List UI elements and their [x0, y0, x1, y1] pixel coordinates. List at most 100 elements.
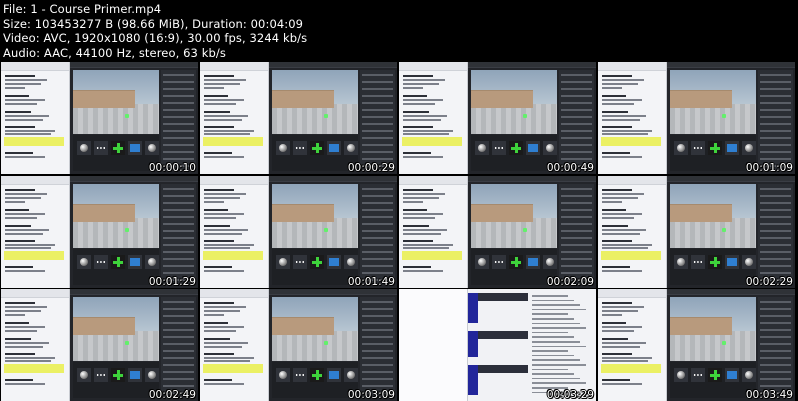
- doc-text-line: [602, 229, 646, 231]
- outliner-row: [362, 123, 393, 125]
- content-browser: [272, 249, 358, 285]
- brick-wall: [670, 204, 732, 222]
- notes-document: [1, 176, 70, 288]
- player-start-marker: [125, 228, 129, 232]
- outliner-row: [163, 364, 194, 366]
- outliner-row: [760, 151, 791, 153]
- doc-text-line: [5, 379, 33, 381]
- doc-text-line: [602, 193, 644, 195]
- thumbnail-timestamp: 00:03:29: [546, 389, 594, 401]
- doc-text-line: [5, 217, 37, 219]
- editor-menubar: [667, 289, 795, 295]
- table-cell-line: [532, 327, 586, 329]
- outliner-row: [760, 322, 791, 324]
- outliner-row: [362, 329, 393, 331]
- player-start-marker: [125, 341, 129, 345]
- thumbnail-timestamp: 00:00:29: [347, 162, 395, 174]
- outliner-row: [362, 216, 393, 218]
- doc-text-line: [5, 326, 45, 328]
- table-cell-line: [532, 368, 568, 371]
- outliner-row: [760, 237, 791, 239]
- audio-info: Audio: AAC, 44100 Hz, stereo, 63 kb/s: [3, 45, 226, 60]
- table-cell-line: [532, 304, 580, 306]
- table-header-band: [468, 365, 478, 395]
- outliner-row: [362, 378, 393, 380]
- highlighted-text: [4, 364, 64, 373]
- video-thumbnail[interactable]: 00:02:49: [1, 289, 198, 401]
- level-viewport: [670, 297, 756, 361]
- outliner-row: [362, 301, 393, 303]
- video-thumbnail[interactable]: 00:00:49: [399, 62, 596, 174]
- doc-text-line: [403, 213, 443, 215]
- outliner-row: [760, 357, 791, 359]
- outliner-row: [163, 329, 194, 331]
- outliner-row: [163, 357, 194, 359]
- video-thumbnail[interactable]: 00:00:10: [1, 62, 198, 174]
- outliner-row: [163, 195, 194, 197]
- doc-text-line: [602, 103, 634, 105]
- viewport-ground: [272, 218, 358, 248]
- thumbnail-timestamp: 00:02:29: [745, 276, 793, 288]
- outliner-row: [163, 237, 194, 239]
- video-thumbnail[interactable]: 00:02:09: [399, 176, 596, 288]
- table-cell-line: [532, 295, 568, 297]
- doc-text-line: [602, 233, 640, 235]
- plus-asset-icon: [509, 141, 523, 155]
- table-cell-line: [532, 359, 580, 361]
- video-thumbnail[interactable]: 00:03:29: [399, 289, 596, 401]
- outliner-row: [561, 88, 592, 90]
- doc-text-line: [5, 322, 29, 324]
- outliner-row: [362, 223, 393, 225]
- outliner-row: [163, 216, 194, 218]
- doc-text-line: [204, 119, 242, 121]
- doc-text-line: [403, 75, 433, 77]
- doc-text-line: [204, 314, 224, 316]
- outliner-row: [760, 258, 791, 260]
- outliner-row: [362, 202, 393, 204]
- doc-text-line: [5, 306, 47, 308]
- video-thumbnail[interactable]: 00:01:29: [1, 176, 198, 288]
- doc-text-line: [5, 244, 55, 246]
- plus-asset-icon: [509, 255, 523, 269]
- doc-text-line: [403, 156, 443, 158]
- editor-menubar: [468, 62, 596, 68]
- doc-text-line: [204, 306, 246, 308]
- doc-text-line: [204, 130, 254, 132]
- doc-text-line: [5, 156, 45, 158]
- doc-text-line: [403, 197, 439, 199]
- video-thumbnail[interactable]: 00:01:09: [598, 62, 795, 174]
- doc-text-line: [204, 379, 232, 381]
- outliner-row: [561, 202, 592, 204]
- sphere-asset-icon: [742, 368, 756, 382]
- viewport-ground: [272, 331, 358, 361]
- game-editor: [667, 176, 795, 288]
- doc-text-line: [602, 326, 642, 328]
- outliner-row: [163, 378, 194, 380]
- sphere-asset-icon: [674, 141, 688, 155]
- doc-text-line: [403, 119, 441, 121]
- doc-text-line: [5, 130, 55, 132]
- highlighted-text: [203, 251, 263, 260]
- sphere-asset-icon: [77, 368, 91, 382]
- outliner-panel: [559, 70, 594, 170]
- video-thumbnail[interactable]: 00:01:49: [200, 176, 397, 288]
- dots-asset-icon: [94, 141, 108, 155]
- outliner-row: [561, 74, 592, 76]
- player-start-marker: [324, 341, 328, 345]
- doc-text-line: [403, 233, 441, 235]
- file-name: File: 1 - Course Primer.mp4: [3, 2, 162, 16]
- dots-asset-icon: [691, 368, 705, 382]
- doc-toolbar: [200, 176, 268, 185]
- video-thumbnail[interactable]: 00:02:29: [598, 176, 795, 288]
- outliner-row: [760, 223, 791, 225]
- editor-menubar: [70, 176, 198, 182]
- outliner-row: [362, 209, 393, 211]
- table-cell-line: [532, 308, 586, 311]
- video-thumbnail[interactable]: 00:03:09: [200, 289, 397, 401]
- video-info: Video: AVC, 1920x1080 (16:9), 30.00 fps,…: [3, 31, 308, 46]
- video-thumbnail[interactable]: 00:03:49: [598, 289, 795, 401]
- video-thumbnail[interactable]: 00:00:29: [200, 62, 397, 174]
- doc-text-line: [403, 103, 435, 105]
- blue-asset-icon: [128, 141, 142, 155]
- outliner-row: [163, 315, 194, 317]
